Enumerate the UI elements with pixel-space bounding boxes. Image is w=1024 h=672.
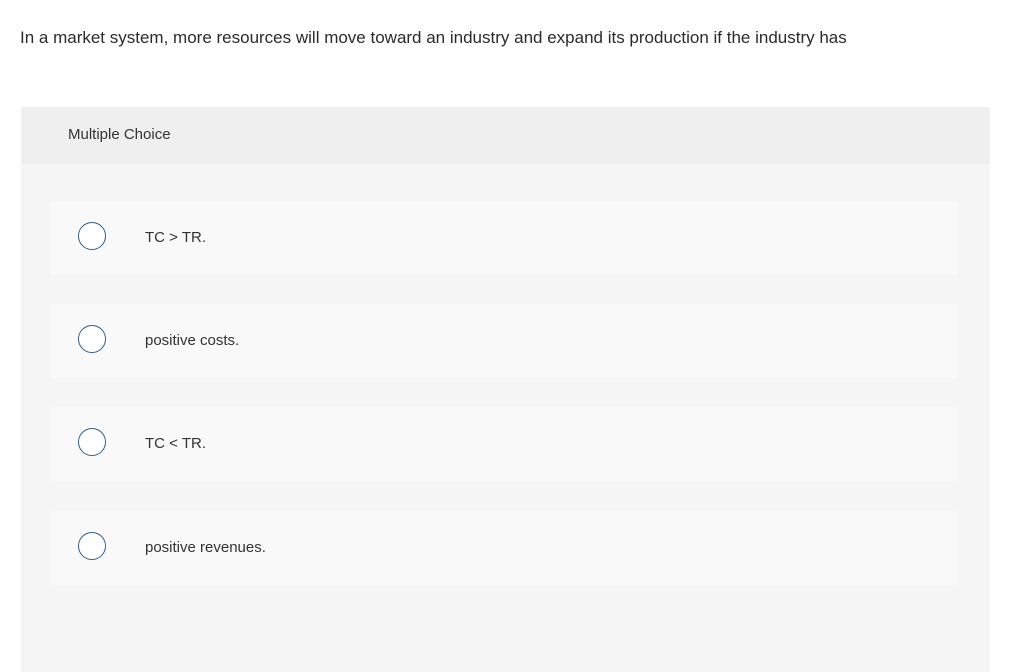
answer-option-label: TC < TR.	[145, 435, 206, 452]
radio-button-icon[interactable]	[78, 428, 106, 456]
multiple-choice-panel: Multiple Choice TC > TR. positive costs.…	[21, 107, 990, 672]
radio-button-icon[interactable]	[78, 222, 106, 250]
answer-option-3[interactable]: TC < TR.	[50, 407, 958, 481]
answer-option-label: positive revenues.	[145, 539, 266, 556]
radio-button-icon[interactable]	[78, 532, 106, 560]
multiple-choice-header: Multiple Choice	[21, 107, 990, 164]
answer-option-4[interactable]: positive revenues.	[50, 511, 958, 585]
answer-option-1[interactable]: TC > TR.	[50, 201, 958, 275]
answer-option-label: positive costs.	[145, 332, 240, 349]
question-type-label: Multiple Choice	[68, 126, 171, 143]
answer-option-2[interactable]: positive costs.	[50, 304, 958, 378]
answer-option-label: TC > TR.	[145, 229, 206, 246]
question-prompt: In a market system, more resources will …	[20, 28, 847, 47]
radio-button-icon[interactable]	[78, 325, 106, 353]
